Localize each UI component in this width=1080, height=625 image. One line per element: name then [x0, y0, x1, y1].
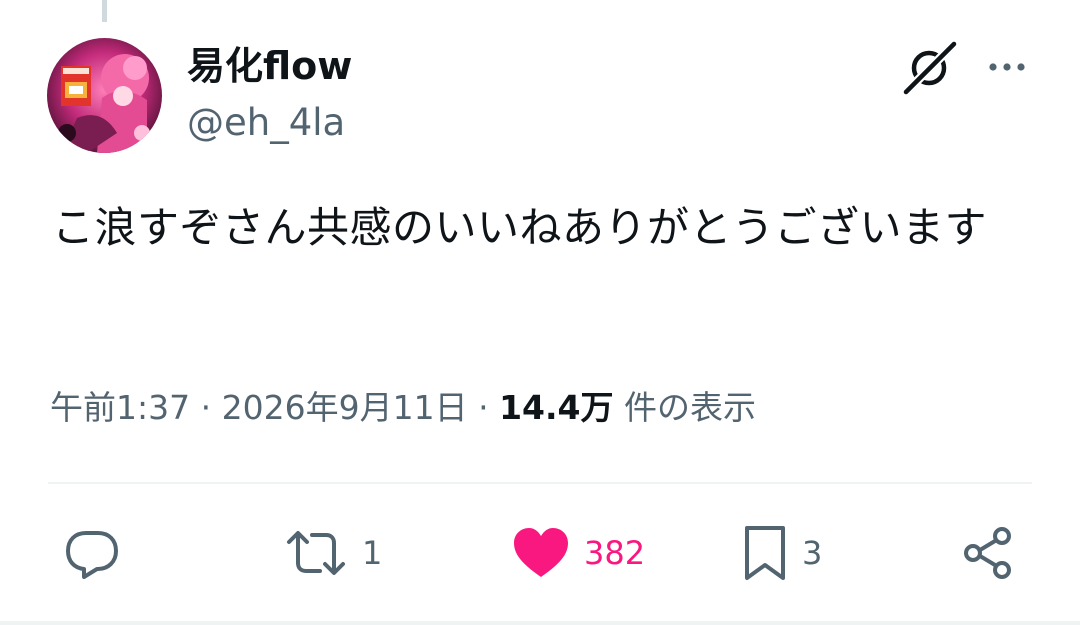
avatar[interactable]	[47, 38, 162, 153]
bookmark-count: 3	[802, 534, 823, 572]
author-display-name[interactable]: 易化flow	[187, 42, 352, 90]
tweet-metadata: 午前1:37 · 2026年9月11日 · 14.4万 件の表示	[50, 384, 756, 432]
more-options-icon[interactable]	[984, 52, 1030, 82]
meta-separator: ·	[478, 388, 489, 427]
repost-icon	[287, 531, 345, 575]
repost-button[interactable]: 1	[284, 520, 382, 586]
tweet-text: こ浪すぞさん共感のいいねありがとうございます	[52, 203, 988, 252]
bookmark-button[interactable]: 3	[742, 520, 822, 586]
like-button[interactable]: 382	[512, 520, 645, 586]
avatar-image	[47, 38, 162, 153]
bottom-divider	[0, 621, 1080, 625]
share-icon	[964, 527, 1011, 579]
share-button[interactable]	[960, 520, 1016, 586]
like-count: 382	[584, 534, 646, 572]
grok-icon[interactable]	[898, 39, 960, 97]
meta-separator: ·	[200, 388, 212, 427]
divider	[48, 482, 1032, 484]
tweet-date[interactable]: 2026年9月11日	[222, 388, 468, 427]
heart-icon	[514, 528, 568, 577]
reply-button[interactable]	[64, 520, 120, 586]
author-handle[interactable]: @eh_4la	[187, 100, 345, 146]
bookmark-icon	[745, 526, 785, 580]
views-label: 件の表示	[624, 388, 757, 427]
views-count[interactable]: 14.4万	[499, 388, 613, 427]
repost-count: 1	[362, 534, 383, 572]
reply-icon	[66, 531, 118, 579]
tweet-time[interactable]: 午前1:37	[50, 388, 190, 427]
thread-connector-line	[102, 0, 107, 22]
